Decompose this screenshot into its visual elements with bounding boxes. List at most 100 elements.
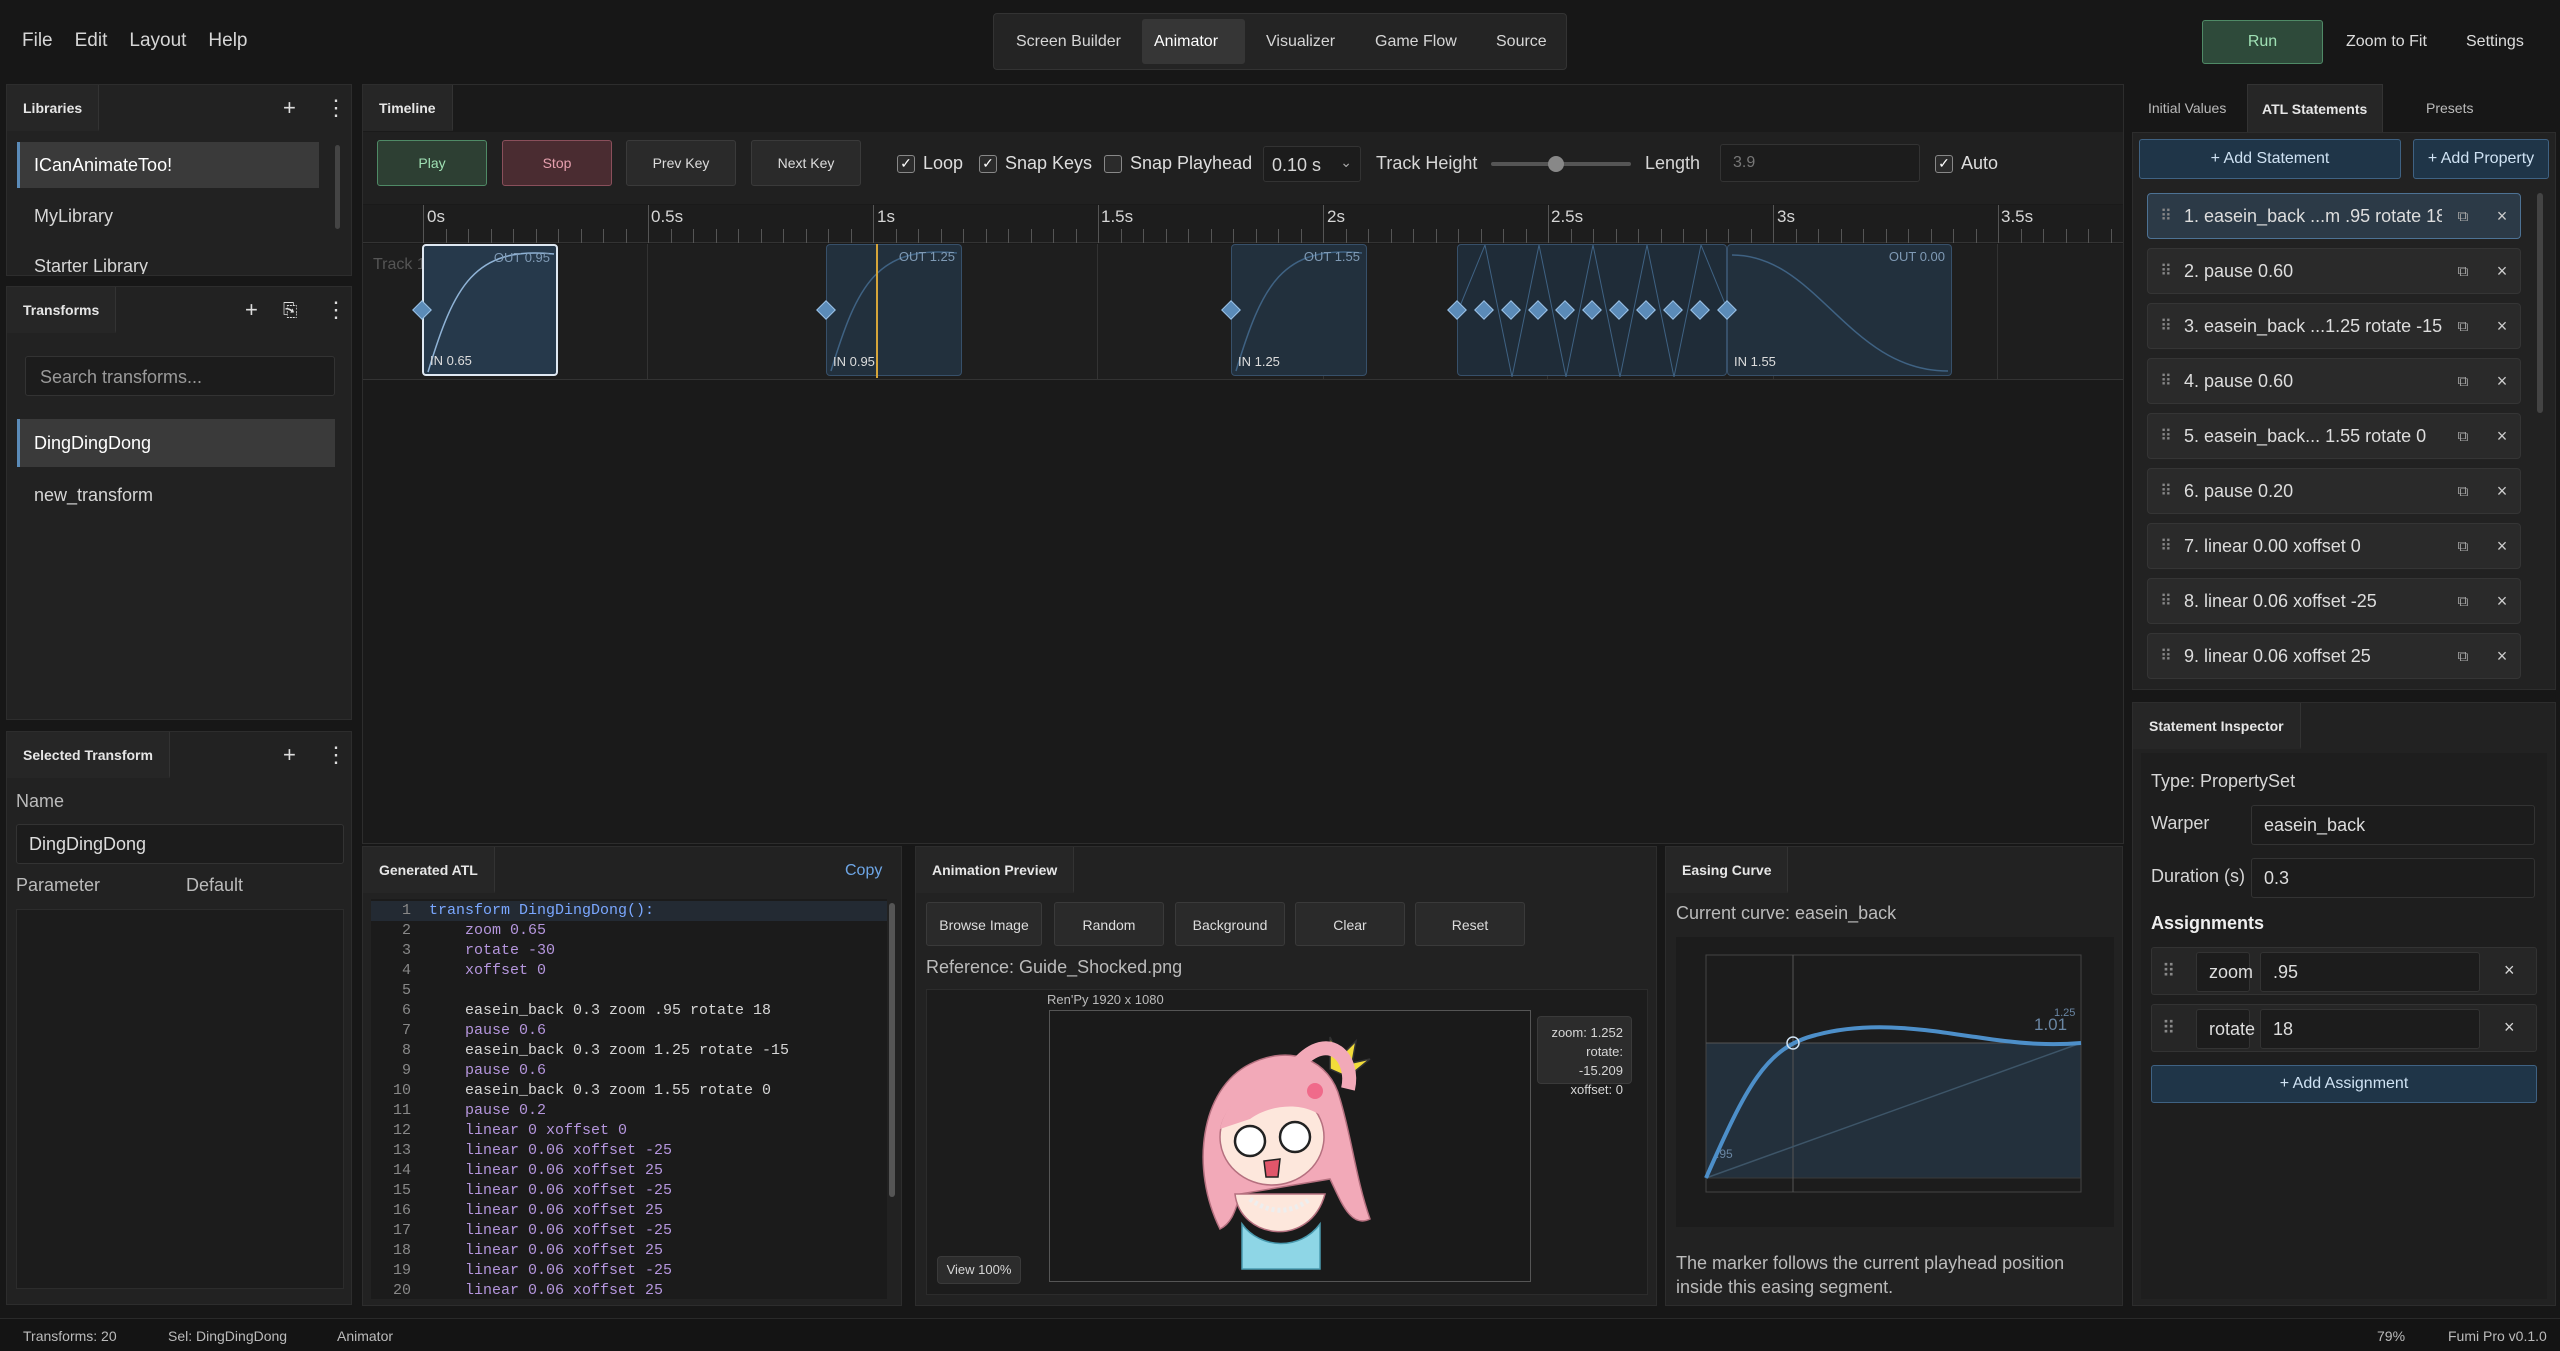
tab-visualizer[interactable]: Visualizer (1266, 33, 1335, 51)
code-editor[interactable]: 1 transform DingDingDong(): 2 zoom 0.65 3 r… (371, 899, 887, 1299)
drag-handle-icon[interactable]: ⠿ (2148, 591, 2184, 611)
copy-icon[interactable]: ⧉ (2442, 428, 2484, 445)
name-field[interactable]: DingDingDong (16, 824, 344, 864)
copy-icon[interactable]: ⧉ (2442, 208, 2484, 225)
duplicate-icon[interactable]: ⎘ (283, 299, 297, 321)
view-zoom-button[interactable]: View 100% (937, 1256, 1021, 1284)
add-parameter-icon[interactable]: + (283, 744, 296, 766)
statement-item[interactable]: ⠿ 7. linear 0.00 xoffset 0 ⧉ × (2147, 523, 2521, 569)
background-button[interactable]: Background (1175, 902, 1285, 946)
tab-initial-values[interactable]: Initial Values (2148, 100, 2226, 116)
transform-item-selected[interactable]: DingDingDong (17, 419, 335, 467)
tab-atl-statements[interactable]: ATL Statements (2247, 84, 2383, 132)
easing-curve-tab[interactable]: Easing Curve (1666, 847, 1789, 893)
statement-item[interactable]: ⠿ 3. easein_back ...1.25 rotate -15 ⧉ × (2147, 303, 2521, 349)
add-library-icon[interactable]: + (283, 97, 296, 119)
run-button[interactable]: Run (2202, 20, 2323, 64)
statement-item[interactable]: ⠿ 6. pause 0.20 ⧉ × (2147, 468, 2521, 514)
drag-handle-icon[interactable]: ⠿ (2148, 426, 2184, 446)
tab-screen-builder[interactable]: Screen Builder (1016, 33, 1121, 51)
menu-file[interactable]: File (22, 30, 53, 51)
play-button[interactable]: Play (377, 140, 487, 186)
browse-image-button[interactable]: Browse Image (926, 902, 1042, 946)
libraries-scrollbar[interactable] (335, 145, 340, 229)
close-icon[interactable]: × (2484, 481, 2520, 502)
drag-handle-icon[interactable]: ⠿ (2148, 646, 2184, 666)
add-statement-button[interactable]: + Add Statement (2139, 139, 2401, 179)
close-icon[interactable]: × (2484, 591, 2520, 612)
zoom-to-fit-button[interactable]: Zoom to Fit (2346, 33, 2427, 51)
drag-handle-icon[interactable]: ⠿ (2148, 371, 2184, 391)
timeline-tab[interactable]: Timeline (363, 85, 453, 131)
add-property-button[interactable]: + Add Property (2413, 139, 2549, 179)
statement-item[interactable]: ⠿ 5. easein_back... 1.55 rotate 0 ⧉ × (2147, 413, 2521, 459)
timeline-ruler[interactable]: 0s 0.5s 1s 1.5s 2s 2.5s 3s 3.5s (363, 205, 2123, 243)
library-item-selected[interactable]: ICanAnimateToo! (17, 142, 319, 188)
more-icon[interactable]: ⋮ (325, 299, 347, 321)
more-icon[interactable]: ⋮ (325, 97, 347, 119)
assignment-row[interactable]: ⠿ rotate 18 × (2151, 1004, 2537, 1052)
assignment-row[interactable]: ⠿ zoom .95 × (2151, 947, 2537, 995)
easing-segment-selected[interactable]: OUT 0.95 IN 0.65 (422, 244, 558, 376)
drag-handle-icon[interactable]: ⠿ (2148, 536, 2184, 556)
drag-handle-icon[interactable]: ⠿ (2148, 206, 2184, 226)
tab-presets[interactable]: Presets (2426, 100, 2473, 116)
menu-help[interactable]: Help (208, 30, 247, 51)
transform-item[interactable]: new_transform (34, 485, 153, 506)
statement-item[interactable]: ⠿ 1. easein_back ...m .95 rotate 18 ⧉ × (2147, 193, 2521, 239)
animation-preview-tab[interactable]: Animation Preview (916, 847, 1075, 893)
length-field[interactable]: 3.9 (1720, 144, 1920, 182)
tab-source[interactable]: Source (1496, 33, 1547, 51)
drag-handle-icon[interactable]: ⠿ (2148, 316, 2184, 336)
close-icon[interactable]: × (2484, 536, 2520, 557)
prev-key-button[interactable]: Prev Key (626, 140, 736, 186)
close-icon[interactable]: × (2484, 646, 2520, 667)
easing-segment[interactable]: OUT 1.25 IN 0.95 (826, 244, 962, 376)
statements-scrollbar[interactable] (2537, 193, 2543, 413)
add-assignment-button[interactable]: + Add Assignment (2151, 1065, 2537, 1103)
remove-icon[interactable]: × (2504, 960, 2515, 981)
preview-viewport[interactable]: Ren'Py 1920 x 1080 zoom: 1.252 rotate: -… (926, 989, 1648, 1295)
remove-icon[interactable]: × (2504, 1017, 2515, 1038)
drag-handle-icon[interactable]: ⠿ (2148, 261, 2184, 281)
loop-checkbox[interactable]: ✓ Loop (897, 153, 963, 174)
reset-button[interactable]: Reset (1415, 902, 1525, 946)
generated-atl-tab[interactable]: Generated ATL (363, 847, 495, 893)
menu-edit[interactable]: Edit (75, 30, 108, 51)
clear-button[interactable]: Clear (1295, 902, 1405, 946)
copy-icon[interactable]: ⧉ (2442, 263, 2484, 280)
code-scrollbar[interactable] (889, 903, 895, 1197)
copy-icon[interactable]: ⧉ (2442, 538, 2484, 555)
snap-keys-checkbox[interactable]: ✓ Snap Keys (979, 153, 1092, 174)
statement-inspector-tab[interactable]: Statement Inspector (2133, 703, 2301, 749)
tab-animator[interactable]: Animator (1142, 19, 1245, 64)
assignment-value-field[interactable]: .95 (2260, 952, 2480, 992)
statement-item[interactable]: ⠿ 4. pause 0.60 ⧉ × (2147, 358, 2521, 404)
assignment-prop-field[interactable]: rotate (2196, 1009, 2255, 1049)
copy-icon[interactable]: ⧉ (2442, 373, 2484, 390)
more-icon[interactable]: ⋮ (325, 744, 347, 766)
statement-item[interactable]: ⠿ 8. linear 0.06 xoffset -25 ⧉ × (2147, 578, 2521, 624)
snap-step-select[interactable]: 0.10 s ⌄ (1263, 146, 1361, 182)
stop-button[interactable]: Stop (502, 140, 612, 186)
close-icon[interactable]: × (2484, 261, 2520, 282)
copy-icon[interactable]: ⧉ (2442, 483, 2484, 500)
warper-field[interactable]: easein_back (2251, 805, 2535, 845)
menu-layout[interactable]: Layout (129, 30, 186, 51)
slider-thumb[interactable] (1548, 156, 1564, 172)
close-icon[interactable]: × (2484, 426, 2520, 447)
libraries-tab[interactable]: Libraries (7, 85, 100, 131)
transforms-tab[interactable]: Transforms (7, 287, 117, 333)
assignment-prop-field[interactable]: zoom (2196, 952, 2253, 992)
easing-segment[interactable]: OUT 0.00 IN 1.55 (1727, 244, 1952, 376)
duration-field[interactable]: 0.3 (2251, 858, 2535, 898)
track-height-slider[interactable] (1491, 156, 1631, 172)
copy-icon[interactable]: ⧉ (2442, 593, 2484, 610)
statement-item[interactable]: ⠿ 2. pause 0.60 ⧉ × (2147, 248, 2521, 294)
selected-transform-tab[interactable]: Selected Transform (7, 732, 170, 778)
copy-button[interactable]: Copy (845, 862, 882, 880)
copy-icon[interactable]: ⧉ (2442, 648, 2484, 665)
drag-handle-icon[interactable]: ⠿ (2162, 1018, 2175, 1039)
drag-handle-icon[interactable]: ⠿ (2148, 481, 2184, 501)
playhead[interactable] (876, 244, 878, 378)
